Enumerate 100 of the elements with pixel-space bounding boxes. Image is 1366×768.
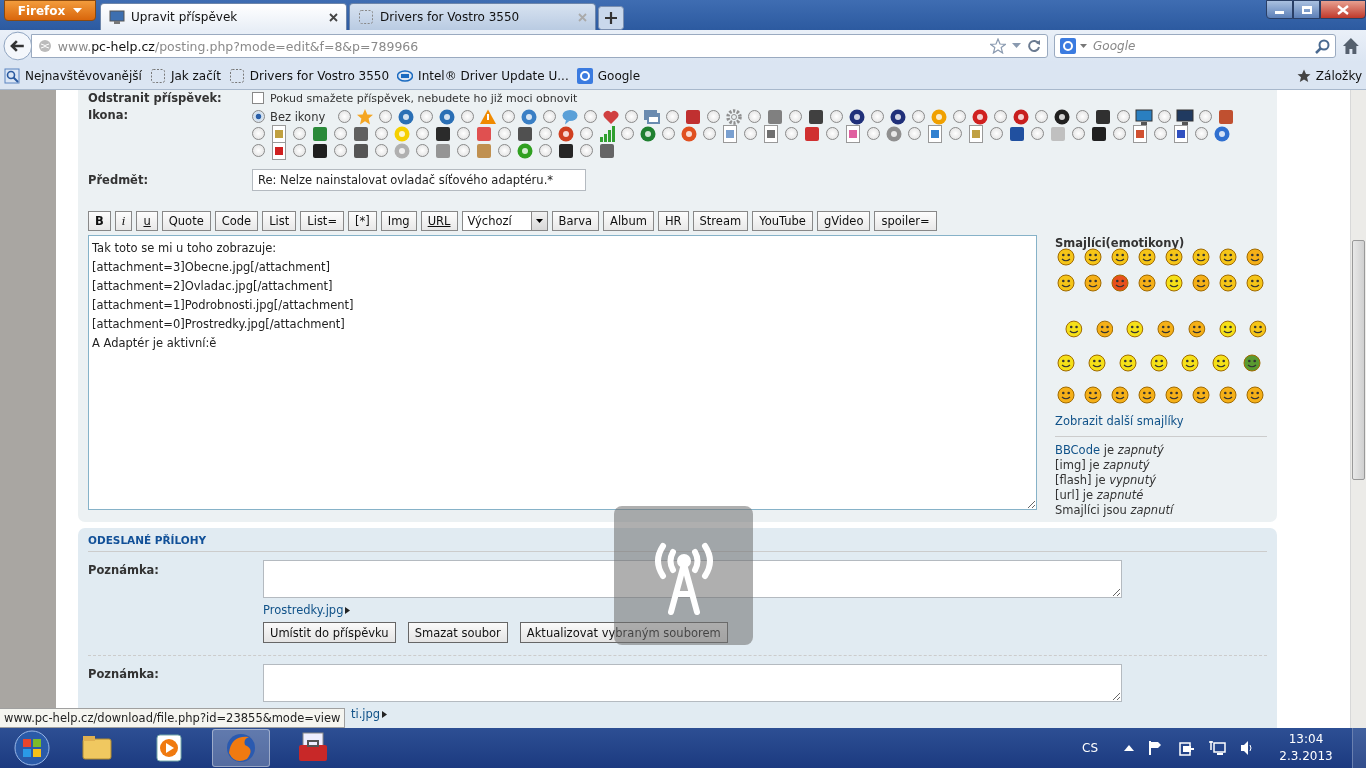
- smiley-icon[interactable]: [1065, 320, 1083, 338]
- radio-button[interactable]: [908, 127, 921, 140]
- radio-button[interactable]: [252, 144, 265, 157]
- radio-button[interactable]: [416, 144, 429, 157]
- radio-button[interactable]: [379, 110, 392, 123]
- radio-button[interactable]: [580, 144, 593, 157]
- subject-field[interactable]: Re: Nelze nainstalovat ovladač síťového adaptéru.*: [252, 169, 586, 191]
- radio-button[interactable]: [785, 127, 798, 140]
- radio-button[interactable]: [293, 127, 306, 140]
- message-field[interactable]: Tak toto se mi u toho zobrazuje: [attachment=3]Obecne.jpg[/attachment] [attachment=2]Ovladac.jpg[/attachment] [attachment=1]Podrobnosti.jpg[/attachment] [attachment=0]Prostredky.jpg[/attachment] A Adaptér je aktivní:ě: [88, 235, 1037, 510]
- radio-button[interactable]: [584, 110, 597, 123]
- radio-button[interactable]: [1154, 127, 1167, 140]
- radio-button[interactable]: [789, 110, 802, 123]
- smiley-icon[interactable]: [1219, 274, 1237, 292]
- smiley-icon[interactable]: [1192, 248, 1210, 266]
- smiley-icon[interactable]: [1057, 274, 1075, 292]
- maximize-button[interactable]: [1293, 0, 1320, 19]
- radio-button[interactable]: [871, 110, 884, 123]
- radio-button[interactable]: [539, 144, 552, 157]
- radio-button[interactable]: [994, 110, 1007, 123]
- radio-button[interactable]: [543, 110, 556, 123]
- radio-button[interactable]: [1035, 110, 1048, 123]
- radio-button[interactable]: [621, 127, 634, 140]
- attachment-button[interactable]: Smazat soubor: [407, 622, 508, 643]
- smiley-icon[interactable]: [1165, 386, 1183, 404]
- minimize-button[interactable]: [1266, 0, 1293, 19]
- radio-button[interactable]: [625, 110, 638, 123]
- file-link[interactable]: ti.jpg: [351, 707, 381, 721]
- smiley-icon[interactable]: [1246, 386, 1264, 404]
- delete-checkbox[interactable]: [252, 92, 264, 104]
- scrollbar[interactable]: [1350, 90, 1366, 728]
- radio-button[interactable]: [461, 110, 474, 123]
- new-tab-button[interactable]: [598, 6, 624, 30]
- radio-button[interactable]: [867, 127, 880, 140]
- browser-tab[interactable]: Drivers for Vostro 3550: [349, 3, 596, 30]
- radio-button[interactable]: [1113, 127, 1126, 140]
- reload-icon[interactable]: [1027, 39, 1042, 53]
- smiley-icon[interactable]: [1088, 354, 1106, 372]
- network-icon[interactable]: [1208, 740, 1226, 756]
- radio-button[interactable]: [662, 127, 675, 140]
- power-plug-icon[interactable]: [1178, 740, 1194, 756]
- search-field[interactable]: Google: [1054, 34, 1337, 58]
- smiley-icon[interactable]: [1150, 354, 1168, 372]
- bookmarks-menu-button[interactable]: Záložky: [1296, 68, 1362, 83]
- format-button[interactable]: Quote: [161, 211, 211, 231]
- radio-button[interactable]: [457, 127, 470, 140]
- radio-button[interactable]: [826, 127, 839, 140]
- bookmark-link[interactable]: Nejnavštěvovanější: [4, 67, 142, 84]
- radio-button[interactable]: [912, 110, 925, 123]
- radio-button[interactable]: [334, 144, 347, 157]
- search-icon[interactable]: [1315, 38, 1331, 54]
- smiley-icon[interactable]: [1243, 354, 1261, 372]
- smiley-icon[interactable]: [1212, 354, 1230, 372]
- home-icon[interactable]: [1342, 37, 1360, 55]
- format-button[interactable]: YouTube: [752, 211, 813, 231]
- smiley-icon[interactable]: [1111, 386, 1129, 404]
- url-button[interactable]: URL: [420, 211, 458, 231]
- radio-button[interactable]: [539, 127, 552, 140]
- radio-button[interactable]: [707, 110, 720, 123]
- bookmark-link[interactable]: Drivers for Vostro 3550: [228, 67, 390, 84]
- format-button[interactable]: Barva: [551, 211, 600, 231]
- radio-button[interactable]: [252, 127, 265, 140]
- radio-button[interactable]: [420, 110, 433, 123]
- speaker-icon[interactable]: [1240, 740, 1254, 756]
- format-button[interactable]: Code: [214, 211, 259, 231]
- dropdown-icon[interactable]: [1012, 43, 1022, 49]
- smiley-icon[interactable]: [1111, 274, 1129, 292]
- font-size-select[interactable]: Výchozí: [461, 211, 548, 231]
- radio-button[interactable]: [1199, 110, 1212, 123]
- radio-button[interactable]: [830, 110, 843, 123]
- back-button[interactable]: [3, 31, 33, 61]
- format-button[interactable]: Stream: [692, 211, 749, 231]
- radio-button[interactable]: [1031, 127, 1044, 140]
- address-field[interactable]: www.pc-help.cz/posting.php?mode=edit&f=8&p=789966: [30, 34, 1049, 58]
- radio-button[interactable]: [457, 144, 470, 157]
- show-hidden-icons-button[interactable]: [1124, 745, 1134, 751]
- format-button[interactable]: Album: [603, 211, 654, 231]
- radio-button[interactable]: [1072, 127, 1085, 140]
- clock[interactable]: 13:04 2.3.2013: [1274, 731, 1338, 765]
- italic-button[interactable]: i: [114, 211, 133, 231]
- close-icon[interactable]: [329, 12, 338, 22]
- radio-button[interactable]: [1076, 110, 1089, 123]
- show-desktop-button[interactable]: [1352, 728, 1366, 768]
- smiley-icon[interactable]: [1095, 320, 1114, 338]
- bookmark-link[interactable]: Jak začít: [149, 67, 221, 84]
- smiley-icon[interactable]: [1138, 386, 1156, 404]
- radio-button[interactable]: [580, 127, 593, 140]
- comment-field[interactable]: [263, 560, 1122, 598]
- radio-button[interactable]: [375, 144, 388, 157]
- smiley-icon[interactable]: [1219, 386, 1237, 404]
- smiley-icon[interactable]: [1126, 320, 1145, 338]
- bookmark-link[interactable]: Google: [576, 67, 641, 84]
- smiley-icon[interactable]: [1084, 386, 1102, 404]
- radio-button[interactable]: [990, 127, 1003, 140]
- radio-button[interactable]: [375, 127, 388, 140]
- bookmark-link[interactable]: Intel® Driver Update U...: [397, 67, 569, 84]
- format-button[interactable]: gVideo: [816, 211, 871, 231]
- radio-button[interactable]: [498, 144, 511, 157]
- smiley-icon[interactable]: [1246, 248, 1264, 266]
- radio-button[interactable]: [334, 127, 347, 140]
